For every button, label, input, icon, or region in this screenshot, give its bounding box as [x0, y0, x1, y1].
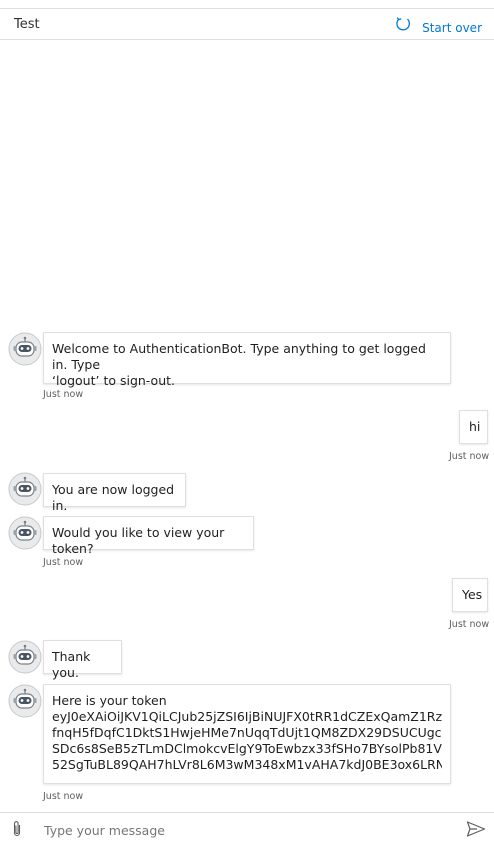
message-timestamp: Just now [449, 619, 490, 630]
token-line: 52SgTuBL89QAH7hLVr8L6M3wM348xM1vAHA7kdJ0… [52, 757, 442, 772]
user-message-bubble: hi [459, 410, 488, 444]
message-timestamp: Just now [43, 557, 84, 568]
bot-avatar [8, 332, 42, 366]
bot-avatar [8, 516, 42, 550]
user-message-bubble: Yes [452, 578, 488, 612]
message-text: hi [469, 419, 481, 434]
bot-message-bubble: Would you like to view your token? [43, 516, 254, 556]
message-text: You are now logged in. [52, 482, 175, 513]
token-text: eyJ0eXAiOiJKV1QiLCJub25jZSI6IjBiNUJFX0tR… [52, 709, 442, 773]
bot-message-bubble: You are now logged in. [43, 473, 186, 513]
message-timestamp: Just now [43, 791, 84, 802]
refresh-icon [394, 15, 422, 37]
attachment-icon[interactable] [10, 820, 24, 838]
token-line: SDc6s8SeB5zTLmDClmokcvElgY9ToEwbzx33fSHo… [52, 741, 442, 756]
message-input[interactable] [42, 817, 446, 843]
bot-message-bubble: Thank you. [43, 640, 122, 680]
token-message-bubble: Here is your token eyJ0eXAiOiJKV1QiLCJub… [43, 684, 451, 784]
message-text: ‘logout’ to sign-out. [52, 373, 175, 388]
message-timestamp: Just now [43, 389, 84, 400]
token-line: fnqH5fDqfC1DktS1HwjeHMe7nUqqTdUjt1QM8ZDX… [52, 725, 442, 740]
bot-message-bubble: Welcome to AuthenticationBot. Type anyth… [43, 332, 451, 388]
chat-header: Test Start over [0, 9, 494, 40]
message-text: Yes [462, 587, 483, 602]
bot-avatar [8, 640, 42, 674]
token-line: eyJ0eXAiOiJKV1QiLCJub25jZSI6IjBiNUJFX0tR… [52, 709, 442, 724]
chat-title: Test [14, 17, 40, 32]
start-over-button[interactable]: Start over [394, 15, 482, 37]
message-text: Welcome to AuthenticationBot. Type anyth… [52, 341, 426, 372]
top-strip [0, 0, 494, 9]
message-text: Here is your token [52, 693, 167, 708]
message-timestamp: Just now [449, 451, 490, 462]
bot-avatar [8, 472, 42, 506]
message-text: Would you like to view your token? [52, 525, 225, 556]
message-composer [0, 812, 494, 845]
bot-avatar [8, 684, 42, 718]
message-text: Thank you. [52, 649, 91, 680]
send-icon[interactable] [466, 820, 486, 838]
start-over-label: Start over [422, 21, 482, 35]
